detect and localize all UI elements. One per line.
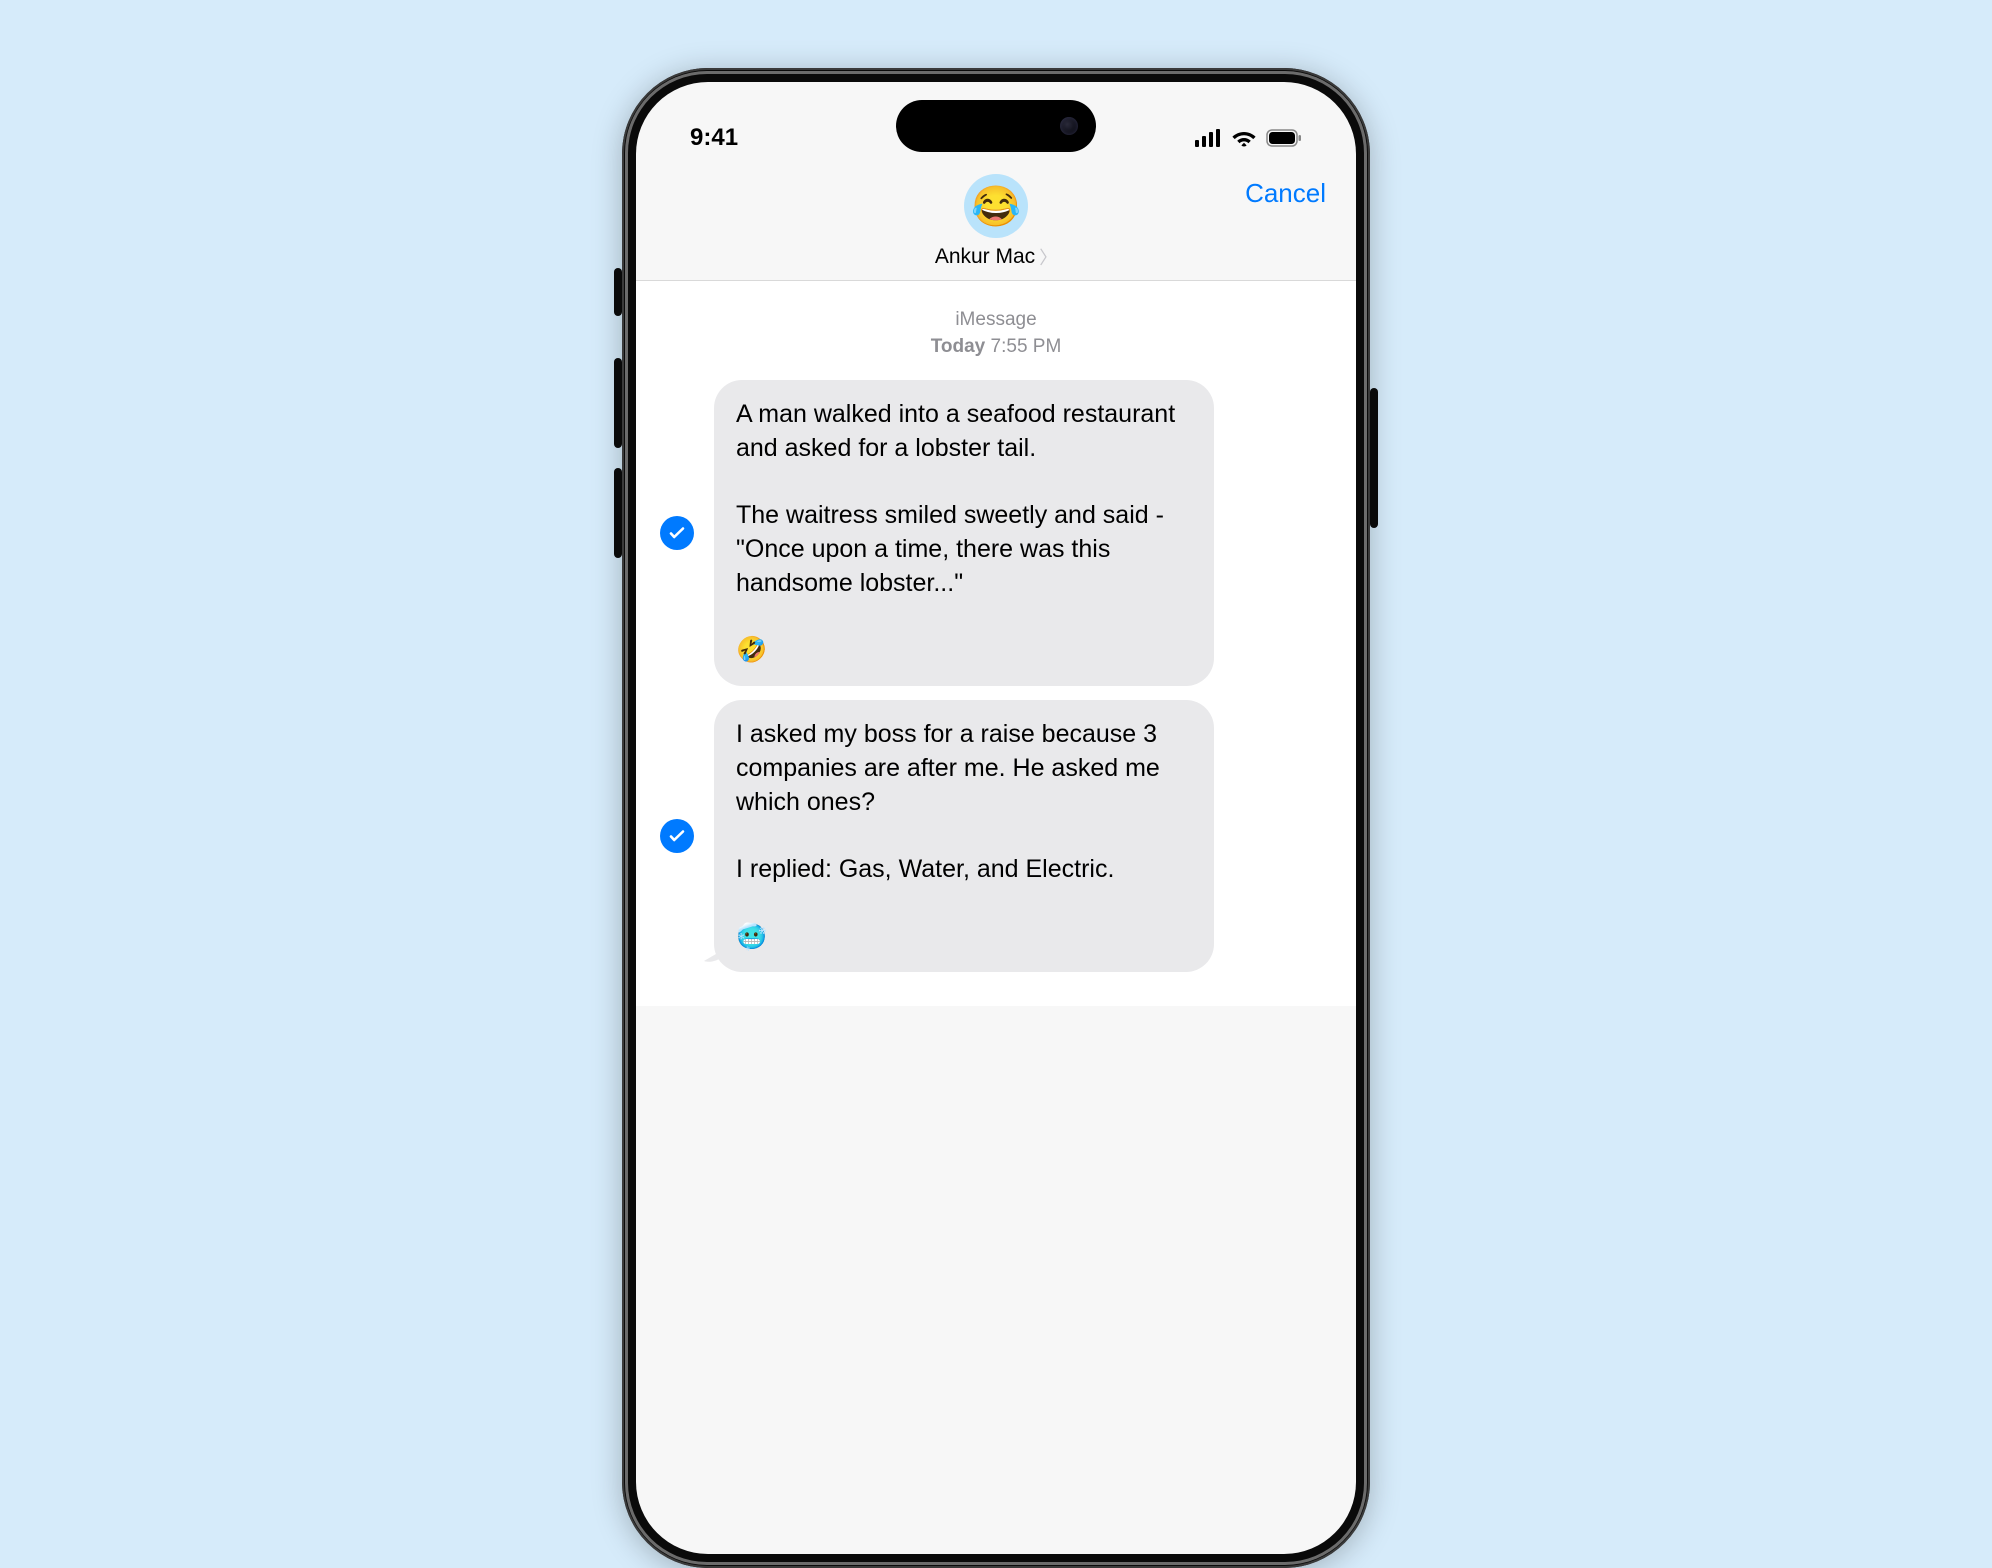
phone-frame: 9:41 <box>622 68 1370 1568</box>
wifi-icon <box>1232 129 1256 147</box>
message-bubble[interactable]: I asked my boss for a raise because 3 co… <box>714 700 1214 972</box>
power-button <box>1370 388 1378 528</box>
volume-down-button <box>614 468 622 558</box>
battery-icon <box>1266 129 1302 147</box>
checkmark-icon <box>668 524 686 542</box>
selection-checkmark[interactable] <box>660 516 694 550</box>
selection-checkmark[interactable] <box>660 819 694 853</box>
volume-up-button <box>614 358 622 448</box>
contact-name-label: Ankur Mac <box>935 245 1035 269</box>
cancel-button[interactable]: Cancel <box>1245 178 1326 209</box>
checkmark-icon <box>668 827 686 845</box>
thread-timestamp: iMessage Today 7:55 PM <box>660 307 1332 360</box>
cellular-icon <box>1195 129 1222 147</box>
date-day-label: Today <box>931 336 986 357</box>
message-thread: iMessage Today 7:55 PM A man walked into… <box>636 281 1356 1006</box>
contact-name-button[interactable]: Ankur Mac 〉 <box>935 244 1057 270</box>
service-label: iMessage <box>660 307 1332 334</box>
message-bubble[interactable]: A man walked into a seafood restaurant a… <box>714 380 1214 686</box>
contact-avatar[interactable]: 😂 <box>964 174 1028 238</box>
date-time-label: 7:55 PM <box>991 336 1062 357</box>
message-row[interactable]: A man walked into a seafood restaurant a… <box>660 380 1332 686</box>
conversation-header: 😂 Ankur Mac 〉 Cancel <box>636 168 1356 281</box>
status-time: 9:41 <box>690 124 738 152</box>
silence-switch <box>614 268 622 316</box>
dynamic-island <box>896 100 1096 152</box>
front-camera-icon <box>1060 117 1078 135</box>
phone-screen: 9:41 <box>636 82 1356 1554</box>
message-row[interactable]: I asked my boss for a raise because 3 co… <box>660 700 1332 972</box>
avatar-emoji-icon: 😂 <box>971 183 1021 230</box>
chevron-right-icon: 〉 <box>1039 244 1057 270</box>
